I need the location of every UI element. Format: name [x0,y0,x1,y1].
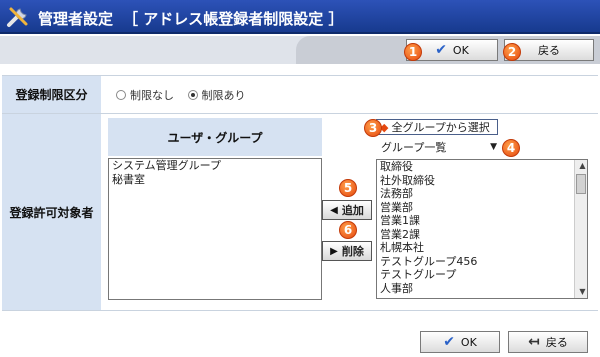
target-label: 登録許可対象者 [2,114,101,310]
available-group-item[interactable]: 人事部 [377,282,587,296]
marker-4: 4 [502,139,520,157]
available-group-item[interactable]: 営業部 [377,201,587,215]
restriction-label: 登録制限区分 [2,76,101,113]
bottom-back-button[interactable]: ↤ 戻る [508,331,588,353]
available-group-item[interactable]: 札幌本社 [377,241,587,255]
select-all-groups-button[interactable]: ◆ 全グループから選択 [376,119,498,135]
marker-1: 1 [404,43,422,61]
restriction-options: 制限なし 制限あり [102,76,598,113]
available-group-item[interactable]: テストグループ [377,268,587,282]
marker-2: 2 [503,43,521,61]
check-icon: ✔ [443,334,455,350]
arrow-left-icon: ◀ [330,204,338,216]
available-group-item[interactable]: 法務部 [377,187,587,201]
arrow-right-icon: ▶ [330,245,338,257]
marker-5: 5 [339,179,357,197]
tools-icon [7,7,28,27]
scroll-up-icon[interactable]: ▲ [575,160,587,172]
selected-list[interactable]: システム管理グループ 秘書室 [108,158,322,300]
list-scrollbar[interactable]: ▲ ▼ [574,160,587,298]
add-label: 追加 [341,204,364,217]
user-group-header: ユーザ・グループ [108,118,322,156]
remove-label: 削除 [341,245,364,258]
page-title-text: 管理者設定 [38,10,114,28]
top-back-label: 戻る [538,44,560,57]
scroll-thumb[interactable] [576,174,586,194]
page-title: 管理者設定 ［ アドレス帳登録者制限設定 ］ [38,8,343,29]
available-group-item[interactable]: 営業1課 [377,214,587,228]
group-dropdown[interactable]: グループ一覧 ▼ [378,139,500,155]
radio-restricted-label: 制限あり [201,89,246,102]
marker-3: 3 [364,119,382,137]
available-group-item[interactable]: 営業2課 [377,228,587,242]
radio-restricted[interactable]: 制限あり [187,87,246,103]
marker-6: 6 [339,221,357,239]
top-ok-label: OK [452,43,469,57]
available-groups-list[interactable]: 取締役 社外取締役 法務部 営業部 営業1課 営業2課 札幌本社 テストグループ… [376,159,588,299]
page-subtitle: ［ アドレス帳登録者制限設定 ］ [123,10,344,28]
remove-button[interactable]: ▶ 削除 [322,241,372,261]
check-icon: ✔ [435,42,447,58]
radio-no-restriction-label: 制限なし [130,89,174,102]
selected-item[interactable]: 秘書室 [109,173,321,187]
selected-item[interactable]: システム管理グループ [109,159,321,173]
available-group-item[interactable]: 社外取締役 [377,174,587,188]
dropdown-arrow-icon: ▼ [490,142,497,152]
group-dropdown-value: グループ一覧 [381,141,447,154]
available-group-item[interactable]: テストグループ456 [377,255,587,269]
bottom-back-label: 戻る [545,336,568,349]
select-all-groups-label: 全グループから選択 [391,121,490,134]
bottom-ok-button[interactable]: ✔ OK [420,331,500,353]
add-button[interactable]: ◀ 追加 [322,200,372,220]
back-arrow-icon: ↤ [528,334,540,350]
available-group-item[interactable]: 取締役 [377,160,587,174]
scroll-down-icon[interactable]: ▼ [575,286,587,298]
radio-no-restriction-dot [116,90,126,100]
radio-no-restriction[interactable]: 制限なし [116,87,174,103]
radio-restricted-dot [187,90,198,100]
title-bar: 管理者設定 ［ アドレス帳登録者制限設定 ］ [0,0,600,34]
bottom-ok-label: OK [460,335,477,349]
form-border-bottom [2,310,598,311]
